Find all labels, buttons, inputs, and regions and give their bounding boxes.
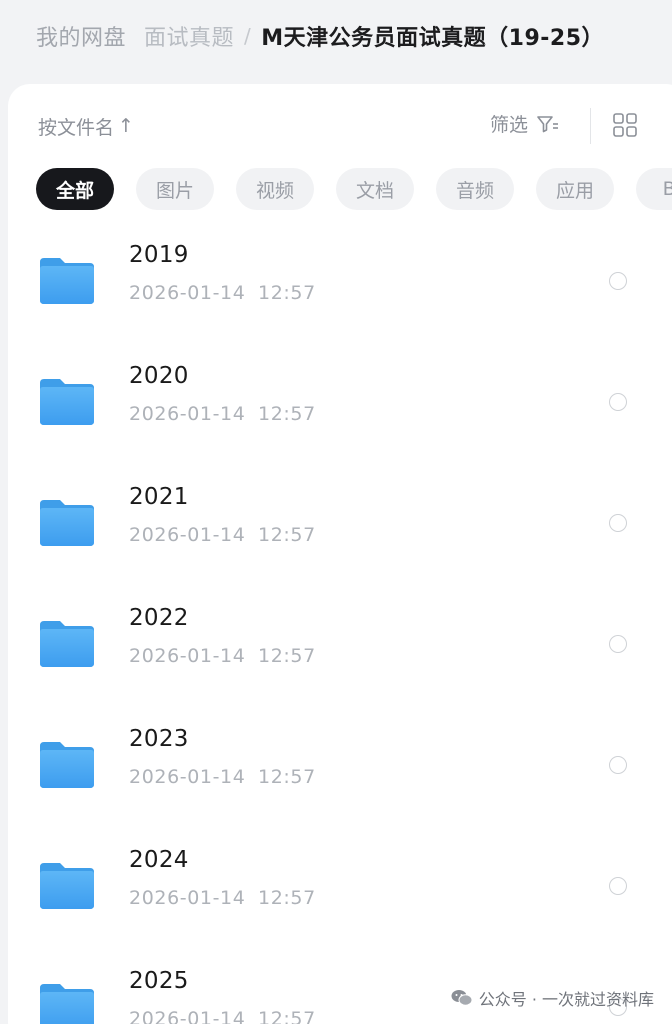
file-name: 2019 <box>129 242 189 268</box>
file-modified-date: 2026-01-14 12:57 <box>129 887 316 909</box>
tab-audio[interactable]: 音频 <box>436 168 514 210</box>
sort-ascending-icon[interactable]: ↑ <box>118 115 134 137</box>
folder-icon <box>40 984 94 1024</box>
filter-button[interactable]: 筛选 <box>490 110 560 137</box>
file-name: 2024 <box>129 847 189 873</box>
select-checkbox[interactable] <box>609 393 627 411</box>
sort-by-name-button[interactable]: 按文件名 <box>38 113 114 140</box>
file-modified-date: 2026-01-14 12:57 <box>129 766 316 788</box>
breadcrumb: 我的网盘 面试真题 / M天津公务员面试真题（19-25） <box>0 0 672 72</box>
tab-images[interactable]: 图片 <box>136 168 214 210</box>
file-row[interactable]: 2023 2026-01-14 12:57 <box>8 706 668 827</box>
file-modified-date: 2026-01-14 12:57 <box>129 524 316 546</box>
tab-documents[interactable]: 文档 <box>336 168 414 210</box>
tab-all[interactable]: 全部 <box>36 168 114 210</box>
file-name: 2025 <box>129 968 189 994</box>
file-row[interactable]: 2022 2026-01-14 12:57 <box>8 585 668 706</box>
folder-icon <box>40 500 94 546</box>
filter-icon <box>536 114 560 134</box>
select-checkbox[interactable] <box>609 635 627 653</box>
file-name: 2022 <box>129 605 189 631</box>
file-type-tabs: 全部 图片 视频 文档 音频 应用 BT <box>36 168 672 210</box>
folder-icon <box>40 258 94 304</box>
file-row[interactable]: 2024 2026-01-14 12:57 <box>8 827 668 948</box>
file-list: 2019 2026-01-14 12:57 2020 2026-01-14 12… <box>8 222 668 1024</box>
breadcrumb-current-folder: M天津公务员面试真题（19-25） <box>261 26 605 51</box>
folder-icon <box>40 379 94 425</box>
file-name: 2021 <box>129 484 189 510</box>
breadcrumb-root[interactable]: 我的网盘 <box>36 20 126 52</box>
grid-view-icon[interactable] <box>612 112 638 138</box>
toolbar-divider <box>590 108 591 144</box>
breadcrumb-parent[interactable]: 面试真题 <box>144 20 234 52</box>
file-modified-date: 2026-01-14 12:57 <box>129 282 316 304</box>
file-row[interactable]: 2020 2026-01-14 12:57 <box>8 343 668 464</box>
file-name: 2020 <box>129 363 189 389</box>
toolbar: 按文件名 ↑ 筛选 <box>38 108 672 144</box>
tab-bt[interactable]: BT <box>636 168 672 210</box>
tab-videos[interactable]: 视频 <box>236 168 314 210</box>
file-row[interactable]: 2019 2026-01-14 12:57 <box>8 222 668 343</box>
wechat-icon <box>451 989 473 1007</box>
file-name: 2023 <box>129 726 189 752</box>
select-checkbox[interactable] <box>609 877 627 895</box>
file-list-card: 按文件名 ↑ 筛选 全部 图片 视频 文档 音频 应用 B 2019 2026-… <box>8 84 672 1024</box>
tab-apps[interactable]: 应用 <box>536 168 614 210</box>
file-modified-date: 2026-01-14 12:57 <box>129 1008 316 1024</box>
folder-icon <box>40 621 94 667</box>
watermark: 公众号 · 一次就过资料库 <box>451 986 654 1010</box>
select-checkbox[interactable] <box>609 756 627 774</box>
folder-icon <box>40 863 94 909</box>
watermark-text: 公众号 · 一次就过资料库 <box>478 990 654 1009</box>
file-modified-date: 2026-01-14 12:57 <box>129 645 316 667</box>
file-row[interactable]: 2021 2026-01-14 12:57 <box>8 464 668 585</box>
filter-label: 筛选 <box>490 114 529 136</box>
select-checkbox[interactable] <box>609 272 627 290</box>
breadcrumb-separator: / <box>244 24 252 48</box>
select-checkbox[interactable] <box>609 514 627 532</box>
folder-icon <box>40 742 94 788</box>
file-modified-date: 2026-01-14 12:57 <box>129 403 316 425</box>
file-browser-screen: 我的网盘 面试真题 / M天津公务员面试真题（19-25） 按文件名 ↑ 筛选 <box>0 0 672 1024</box>
